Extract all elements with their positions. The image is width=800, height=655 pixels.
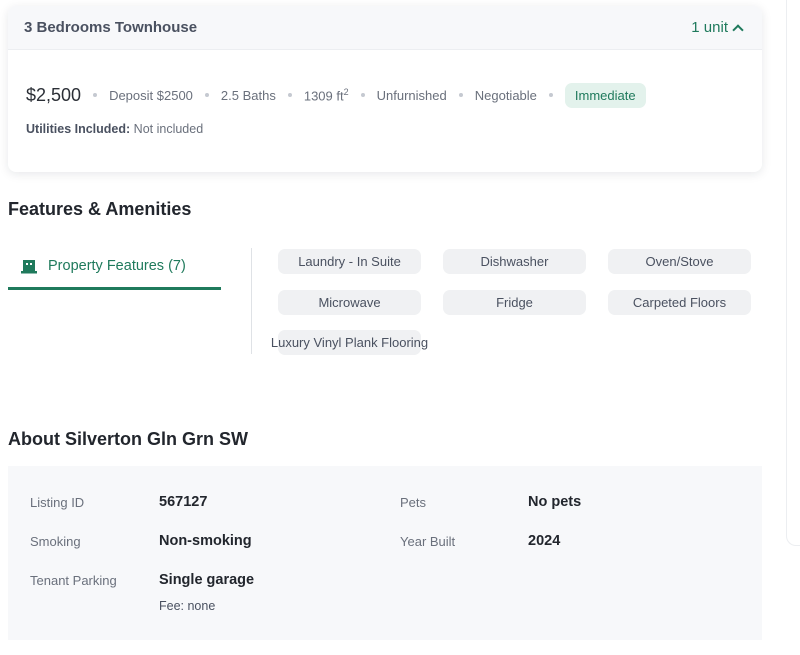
utilities-label: Utilities Included:	[26, 122, 131, 136]
feature-chip: Dishwasher	[443, 249, 586, 274]
unit-area: 1309 ft2	[304, 87, 349, 103]
year-built-value: 2024	[528, 533, 561, 549]
separator-dot	[287, 93, 292, 97]
unit-count: 1 unit	[691, 19, 728, 36]
unit-card-header[interactable]: 3 Bedrooms Townhouse 1 unit	[8, 6, 762, 50]
unit-area-value: 1309 ft	[303, 88, 344, 104]
building-icon	[21, 260, 37, 274]
separator-dot	[548, 93, 553, 97]
unit-area-exponent: 2	[343, 86, 349, 97]
chevron-up-icon	[732, 23, 744, 36]
unit-price: $2,500	[26, 84, 82, 105]
feature-chip: Oven/Stove	[608, 249, 751, 274]
smoking-value: Non-smoking	[159, 533, 252, 549]
feature-chip: Carpeted Floors	[608, 290, 751, 315]
separator-dot	[93, 93, 98, 97]
unit-furnishing: Unfurnished	[376, 87, 447, 103]
parking-fee: Fee: none	[159, 599, 216, 613]
year-built-label: Year Built	[400, 534, 456, 549]
separator-dot	[204, 93, 209, 97]
feature-chip: Laundry - In Suite	[278, 249, 421, 274]
unit-negotiable: Negotiable	[474, 87, 537, 103]
listing-id-label: Listing ID	[30, 495, 85, 510]
smoking-label: Smoking	[30, 534, 81, 549]
features-divider	[251, 248, 252, 354]
availability-badge: Immediate	[564, 82, 646, 108]
unit-card: 3 Bedrooms Townhouse 1 unit $2,500 Depos…	[8, 6, 762, 172]
tenant-parking-label: Tenant Parking	[30, 573, 117, 588]
utilities-info: Utilities Included: Not included	[26, 122, 203, 136]
about-title: About Silverton Gln Grn SW	[8, 429, 248, 449]
right-side-panel	[786, 0, 800, 546]
unit-deposit: Deposit $2500	[109, 87, 193, 103]
listing-id-value: 567127	[159, 494, 208, 510]
about-details-panel: Listing ID 567127 Pets No pets Smoking N…	[8, 466, 762, 640]
tenant-parking-value: Single garage	[159, 572, 255, 588]
separator-dot	[360, 93, 365, 97]
feature-chip: Microwave	[278, 290, 421, 315]
unit-count-toggle[interactable]: 1 unit	[691, 19, 744, 36]
pets-value: No pets	[528, 494, 582, 510]
features-title: Features & Amenities	[8, 199, 192, 219]
utilities-value: Not included	[133, 122, 204, 136]
tab-property-features[interactable]: Property Features (7)	[8, 250, 221, 290]
unit-baths: 2.5 Baths	[220, 87, 276, 103]
tab-property-features-label: Property Features (7)	[48, 258, 186, 274]
unit-details-row: $2,500 Deposit $2500 2.5 Baths 1309 ft2 …	[26, 82, 646, 108]
separator-dot	[458, 93, 463, 97]
unit-title: 3 Bedrooms Townhouse	[24, 19, 198, 36]
feature-chip: Luxury Vinyl Plank Flooring	[271, 330, 428, 355]
pets-label: Pets	[400, 495, 427, 510]
feature-chip: Fridge	[443, 290, 586, 315]
